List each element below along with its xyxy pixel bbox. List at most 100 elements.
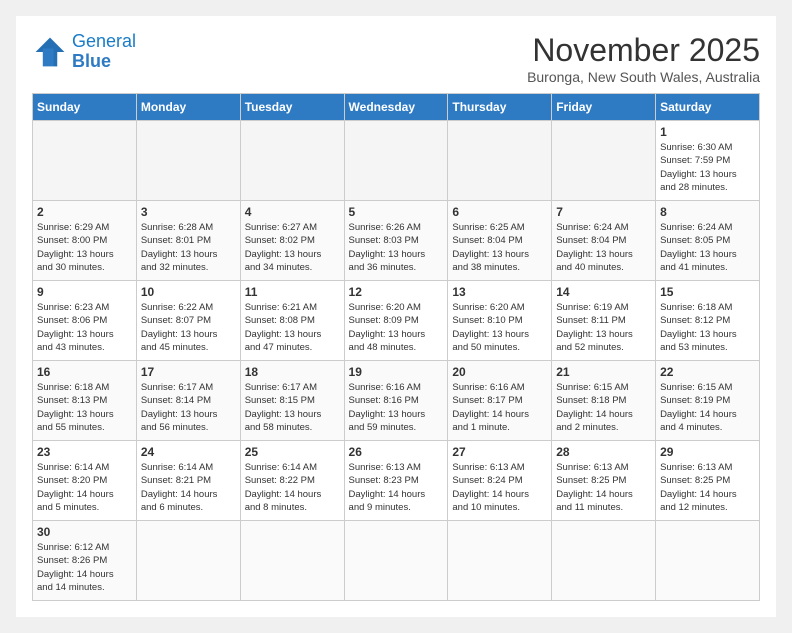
day-number: 20 [452,365,547,379]
calendar-cell: 4 Sunrise: 6:27 AM Sunset: 8:02 PM Daylig… [240,201,344,281]
day-number: 12 [349,285,444,299]
calendar-cell: 8Sunrise: 6:24 AM Sunset: 8:05 PM Daylig… [656,201,760,281]
calendar-cell [448,121,552,201]
day-number: 9 [37,285,132,299]
calendar-cell: 3 Sunrise: 6:28 AM Sunset: 8:01 PM Daylig… [136,201,240,281]
day-info: Sunrise: 6:20 AM Sunset: 8:09 PM Dayligh… [349,301,444,354]
day-number: 14 [556,285,651,299]
day-number: 18 [245,365,340,379]
day-number: 1 [660,125,755,139]
page: General Blue November 2025 Buronga, New … [16,16,776,617]
calendar-cell: 23Sunrise: 6:14 AM Sunset: 8:20 PM Dayli… [33,441,137,521]
day-info: Sunrise: 6:15 AM Sunset: 8:19 PM Dayligh… [660,381,755,434]
day-info: Sunrise: 6:13 AM Sunset: 8:25 PM Dayligh… [556,461,651,514]
day-number: 6 [452,205,547,219]
day-number: 2 [37,205,132,219]
day-number: 16 [37,365,132,379]
calendar-cell [656,521,760,601]
week-row-4: 16 Sunrise: 6:18 AM Sunset: 8:13 PM Dayli… [33,361,760,441]
calendar-cell: 1 Sunrise: 6:30 AM Sunset: 7:59 PM Daylig… [656,121,760,201]
calendar-cell [136,121,240,201]
day-number: 25 [245,445,340,459]
day-number: 23 [37,445,132,459]
calendar-cell: 21Sunrise: 6:15 AM Sunset: 8:18 PM Dayli… [552,361,656,441]
day-number: 11 [245,285,340,299]
calendar-cell: 27 Sunrise: 6:13 AM Sunset: 8:24 PM Dayli… [448,441,552,521]
title-area: November 2025 Buronga, New South Wales, … [527,32,760,85]
calendar-cell: 14 Sunrise: 6:19 AM Sunset: 8:11 PM Dayli… [552,281,656,361]
calendar-cell [344,521,448,601]
calendar-cell: 5Sunrise: 6:26 AM Sunset: 8:03 PM Daylig… [344,201,448,281]
week-row-1: 1 Sunrise: 6:30 AM Sunset: 7:59 PM Daylig… [33,121,760,201]
day-info: Sunrise: 6:14 AM Sunset: 8:21 PM Dayligh… [141,461,236,514]
weekday-header-thursday: Thursday [448,94,552,121]
calendar-cell: 7 Sunrise: 6:24 AM Sunset: 8:04 PM Daylig… [552,201,656,281]
day-info: Sunrise: 6:22 AM Sunset: 8:07 PM Dayligh… [141,301,236,354]
week-row-5: 23Sunrise: 6:14 AM Sunset: 8:20 PM Dayli… [33,441,760,521]
calendar-cell: 25 Sunrise: 6:14 AM Sunset: 8:22 PM Dayli… [240,441,344,521]
day-info: Sunrise: 6:26 AM Sunset: 8:03 PM Dayligh… [349,221,444,274]
day-info: Sunrise: 6:30 AM Sunset: 7:59 PM Dayligh… [660,141,755,194]
day-info: Sunrise: 6:12 AM Sunset: 8:26 PM Dayligh… [37,541,132,594]
weekday-header-monday: Monday [136,94,240,121]
calendar-table: SundayMondayTuesdayWednesdayThursdayFrid… [32,93,760,601]
calendar-cell: 2 Sunrise: 6:29 AM Sunset: 8:00 PM Daylig… [33,201,137,281]
day-number: 3 [141,205,236,219]
month-title: November 2025 [527,32,760,69]
calendar-cell: 9 Sunrise: 6:23 AM Sunset: 8:06 PM Daylig… [33,281,137,361]
day-number: 29 [660,445,755,459]
day-info: Sunrise: 6:19 AM Sunset: 8:11 PM Dayligh… [556,301,651,354]
calendar-cell [552,521,656,601]
day-info: Sunrise: 6:14 AM Sunset: 8:22 PM Dayligh… [245,461,340,514]
day-number: 13 [452,285,547,299]
calendar-cell [240,521,344,601]
calendar-cell: 6Sunrise: 6:25 AM Sunset: 8:04 PM Daylig… [448,201,552,281]
calendar-cell: 12 Sunrise: 6:20 AM Sunset: 8:09 PM Dayli… [344,281,448,361]
weekday-header-tuesday: Tuesday [240,94,344,121]
day-info: Sunrise: 6:17 AM Sunset: 8:14 PM Dayligh… [141,381,236,434]
calendar-cell: 15Sunrise: 6:18 AM Sunset: 8:12 PM Dayli… [656,281,760,361]
calendar-cell: 16 Sunrise: 6:18 AM Sunset: 8:13 PM Dayli… [33,361,137,441]
day-number: 8 [660,205,755,219]
calendar-cell: 10 Sunrise: 6:22 AM Sunset: 8:07 PM Dayli… [136,281,240,361]
logo: General Blue [32,32,136,72]
calendar-cell [240,121,344,201]
location: Buronga, New South Wales, Australia [527,69,760,85]
day-info: Sunrise: 6:28 AM Sunset: 8:01 PM Dayligh… [141,221,236,274]
day-number: 7 [556,205,651,219]
day-info: Sunrise: 6:17 AM Sunset: 8:15 PM Dayligh… [245,381,340,434]
day-info: Sunrise: 6:18 AM Sunset: 8:12 PM Dayligh… [660,301,755,354]
day-number: 30 [37,525,132,539]
day-number: 10 [141,285,236,299]
day-info: Sunrise: 6:27 AM Sunset: 8:02 PM Dayligh… [245,221,340,274]
weekday-header-saturday: Saturday [656,94,760,121]
calendar-cell: 26Sunrise: 6:13 AM Sunset: 8:23 PM Dayli… [344,441,448,521]
weekday-header-row: SundayMondayTuesdayWednesdayThursdayFrid… [33,94,760,121]
day-info: Sunrise: 6:24 AM Sunset: 8:04 PM Dayligh… [556,221,651,274]
calendar-cell: 20Sunrise: 6:16 AM Sunset: 8:17 PM Dayli… [448,361,552,441]
day-number: 24 [141,445,236,459]
day-info: Sunrise: 6:15 AM Sunset: 8:18 PM Dayligh… [556,381,651,434]
logo-text: General Blue [72,32,136,72]
calendar-cell [552,121,656,201]
day-info: Sunrise: 6:18 AM Sunset: 8:13 PM Dayligh… [37,381,132,434]
week-row-2: 2 Sunrise: 6:29 AM Sunset: 8:00 PM Daylig… [33,201,760,281]
weekday-header-wednesday: Wednesday [344,94,448,121]
calendar-cell: 28 Sunrise: 6:13 AM Sunset: 8:25 PM Dayli… [552,441,656,521]
day-number: 27 [452,445,547,459]
header: General Blue November 2025 Buronga, New … [32,32,760,85]
day-number: 4 [245,205,340,219]
day-number: 28 [556,445,651,459]
calendar-cell [33,121,137,201]
calendar-cell: 18 Sunrise: 6:17 AM Sunset: 8:15 PM Dayli… [240,361,344,441]
week-row-6: 30 Sunrise: 6:12 AM Sunset: 8:26 PM Dayli… [33,521,760,601]
calendar-cell: 24 Sunrise: 6:14 AM Sunset: 8:21 PM Dayli… [136,441,240,521]
day-info: Sunrise: 6:13 AM Sunset: 8:25 PM Dayligh… [660,461,755,514]
day-info: Sunrise: 6:21 AM Sunset: 8:08 PM Dayligh… [245,301,340,354]
day-info: Sunrise: 6:29 AM Sunset: 8:00 PM Dayligh… [37,221,132,274]
day-info: Sunrise: 6:13 AM Sunset: 8:24 PM Dayligh… [452,461,547,514]
day-info: Sunrise: 6:23 AM Sunset: 8:06 PM Dayligh… [37,301,132,354]
calendar-cell: 13Sunrise: 6:20 AM Sunset: 8:10 PM Dayli… [448,281,552,361]
calendar-cell: 11 Sunrise: 6:21 AM Sunset: 8:08 PM Dayli… [240,281,344,361]
day-number: 26 [349,445,444,459]
